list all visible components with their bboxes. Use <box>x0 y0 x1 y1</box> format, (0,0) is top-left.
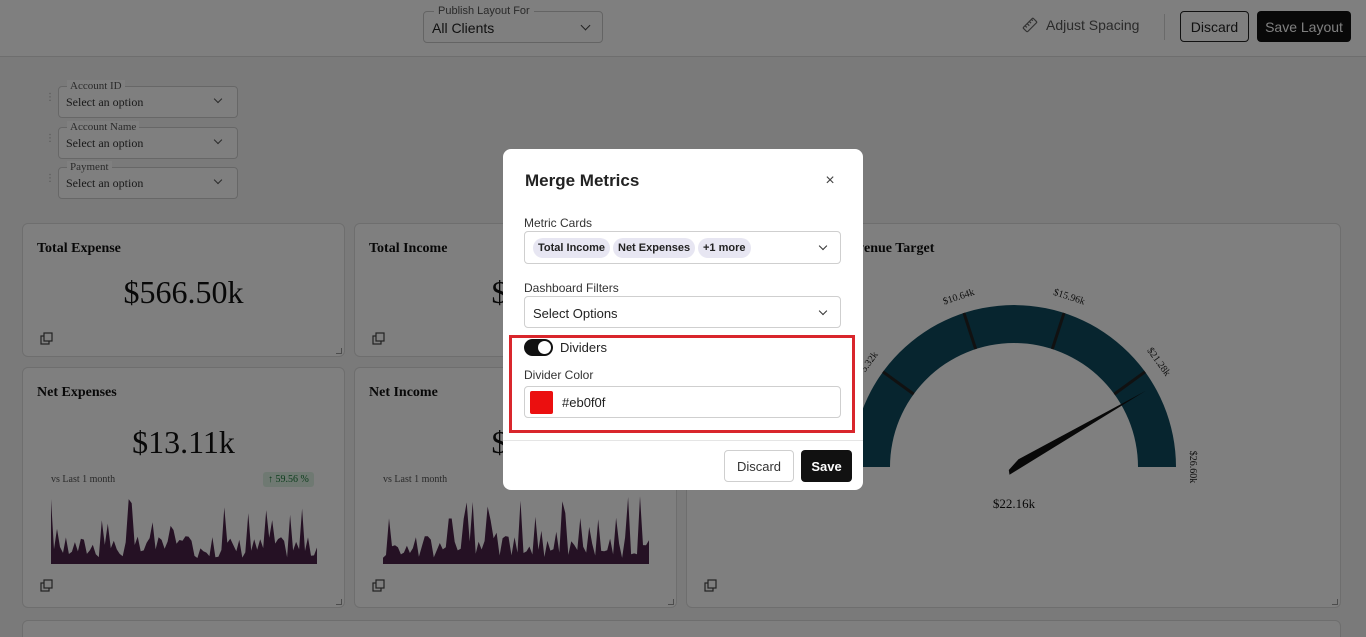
divider-color-label: Divider Color <box>524 368 594 382</box>
dashboard-filters-select[interactable]: Select Options <box>524 296 841 328</box>
dividers-label: Dividers <box>560 340 607 355</box>
merge-metrics-modal: Merge Metrics × Metric Cards Total Incom… <box>503 149 863 490</box>
chevron-down-icon <box>818 241 828 251</box>
discard-button[interactable]: Discard <box>724 450 794 482</box>
modal-title: Merge Metrics <box>525 171 640 190</box>
modal-footer-divider <box>503 440 863 441</box>
metric-cards-select[interactable]: Total Income Net Expenses +1 more <box>524 231 841 264</box>
metric-chip[interactable]: Net Expenses <box>613 238 696 258</box>
metric-chip-more[interactable]: +1 more <box>698 238 751 258</box>
dashboard-filters-label: Dashboard Filters <box>524 281 619 295</box>
close-icon[interactable]: × <box>823 173 837 189</box>
toggle-knob <box>538 341 551 354</box>
metric-cards-label: Metric Cards <box>524 216 593 230</box>
divider-color-field[interactable]: #eb0f0f <box>524 386 841 418</box>
divider-color-value[interactable]: #eb0f0f <box>562 395 605 410</box>
metric-chip[interactable]: Total Income <box>533 238 611 258</box>
chevron-down-icon <box>818 306 828 316</box>
dividers-toggle[interactable] <box>524 339 553 356</box>
color-swatch[interactable] <box>530 391 553 414</box>
dashboard-filters-value: Select Options <box>533 306 618 321</box>
save-button[interactable]: Save <box>801 450 852 482</box>
